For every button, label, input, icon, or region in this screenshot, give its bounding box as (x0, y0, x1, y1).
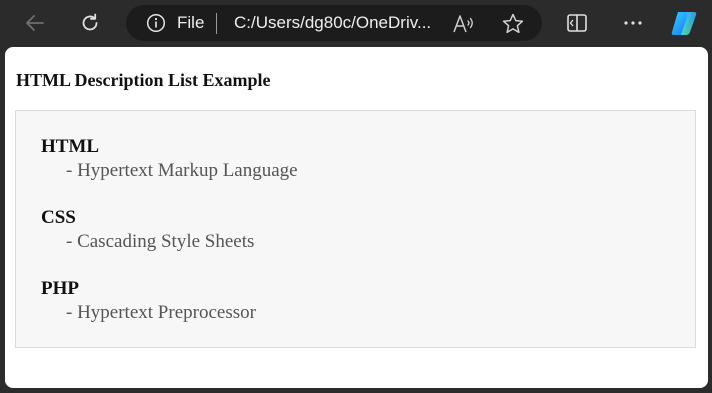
description-php: - Hypertext Preprocessor (66, 302, 256, 323)
browser-toolbar: File C:/Users/dg80c/OneDriv... (0, 0, 712, 46)
address-separator (216, 13, 217, 34)
browser-window: File C:/Users/dg80c/OneDriv... HTML Desc… (0, 0, 712, 393)
term-html: HTML (41, 136, 100, 157)
copilot-button[interactable] (668, 7, 700, 39)
back-arrow-icon (26, 15, 44, 31)
refresh-icon (82, 13, 98, 31)
split-screen-icon (567, 14, 587, 32)
description-list-container: HTML - Hypertext Markup Language CSS - C… (15, 110, 696, 348)
star-icon[interactable] (501, 12, 525, 36)
description-list: HTML - Hypertext Markup Language CSS - C… (41, 135, 298, 325)
more-options-button[interactable] (617, 7, 649, 39)
description-html: - Hypertext Markup Language (66, 160, 298, 181)
more-icon (624, 21, 642, 25)
back-button[interactable] (19, 7, 51, 39)
read-aloud-icon[interactable] (452, 13, 476, 35)
page-title: HTML Description List Example (16, 70, 271, 90)
description-css: - Cascading Style Sheets (66, 231, 255, 252)
address-scheme-label: File (177, 13, 205, 32)
copilot-icon (671, 12, 697, 35)
page-viewport: HTML Description List Example HTML - Hyp… (5, 47, 708, 388)
term-css: CSS (41, 207, 76, 228)
refresh-button[interactable] (74, 7, 106, 39)
split-screen-button[interactable] (561, 7, 593, 39)
address-bar[interactable]: File C:/Users/dg80c/OneDriv... (126, 5, 542, 41)
term-php: PHP (41, 278, 79, 299)
info-icon[interactable] (146, 13, 166, 33)
address-url[interactable]: C:/Users/dg80c/OneDriv... (234, 13, 431, 33)
